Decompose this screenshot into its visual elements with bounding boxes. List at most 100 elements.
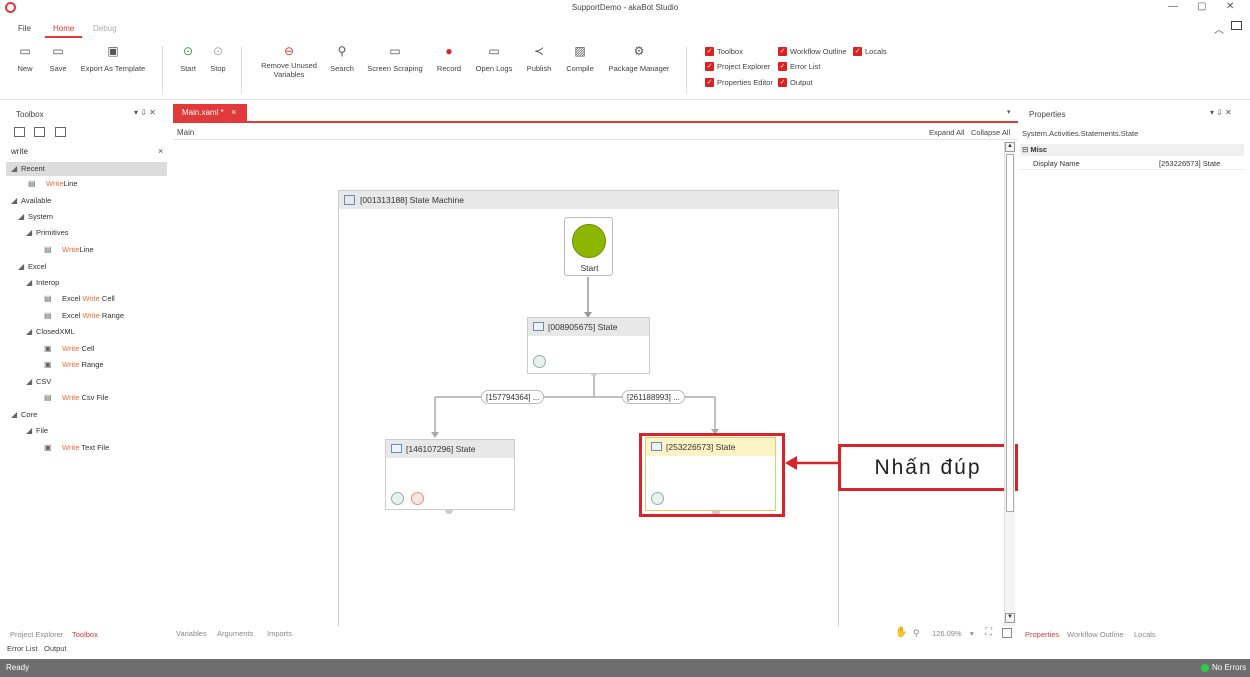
tab-error-list[interactable]: Error List xyxy=(7,644,37,653)
tree-item-excel-write-range[interactable]: ▤ Excel Write Range xyxy=(44,310,124,322)
save-button[interactable]: ▭ Save xyxy=(47,44,69,73)
expand-arrow-icon: ◢ xyxy=(26,327,33,336)
compile-button[interactable]: ▨ Compile xyxy=(564,44,596,73)
start-label: Start xyxy=(580,263,599,273)
scrollbar-thumb[interactable] xyxy=(1006,154,1014,512)
tree-file[interactable]: ◢ File xyxy=(26,425,48,437)
toggle-project-explorer[interactable]: ✓ Project Explorer xyxy=(705,62,770,72)
tree-item-recent-writeline[interactable]: ▤ WriteLine xyxy=(28,178,78,190)
property-value[interactable]: [253226573] State xyxy=(1159,159,1220,168)
toggle-properties-editor[interactable]: ✓ Properties Editor xyxy=(705,78,773,88)
filter-icon[interactable] xyxy=(55,127,66,137)
document-tab[interactable]: Main.xaml * × xyxy=(173,104,247,121)
tree-interop[interactable]: ◢ Interop xyxy=(26,277,59,289)
tab-arguments[interactable]: Arguments xyxy=(217,629,253,638)
zoom-dropdown-icon[interactable]: ▾ xyxy=(970,629,974,638)
tab-list-icon[interactable]: ▾ xyxy=(1007,108,1011,116)
collapse-all-icon[interactable] xyxy=(34,127,45,137)
minimize-icon[interactable]: — xyxy=(1168,1,1178,12)
publish-button[interactable]: ≺ Publish xyxy=(525,44,553,73)
overview-map-icon[interactable] xyxy=(1002,628,1012,638)
feedback-icon[interactable] xyxy=(1231,21,1242,30)
ribbon-separator xyxy=(241,46,242,94)
tree-item-excel-write-cell[interactable]: ▤ Excel Write Cell xyxy=(44,293,115,305)
toggle-workflow-outline[interactable]: ✓ Workflow Outline xyxy=(778,47,847,57)
clear-search-icon[interactable]: × xyxy=(158,146,163,156)
zoom-icon[interactable]: ⚲ xyxy=(913,628,920,639)
stop-button[interactable]: ⊙ Stop xyxy=(208,44,228,73)
state-node[interactable]: [146107296] State xyxy=(385,439,515,510)
tab-variables[interactable]: Variables xyxy=(176,629,207,638)
collapse-all-link[interactable]: Collapse All xyxy=(971,128,1010,137)
fit-to-screen-icon[interactable]: ⛶ xyxy=(985,627,992,638)
tab-locals[interactable]: Locals xyxy=(1134,630,1156,639)
tree-primitives[interactable]: ◢ Primitives xyxy=(26,227,69,239)
expand-all-icon[interactable] xyxy=(14,127,25,137)
search-button[interactable]: ⚲ Search xyxy=(330,44,354,73)
toggle-toolbox[interactable]: ✓ Toolbox xyxy=(705,47,743,57)
vertical-scrollbar[interactable]: ▲ ▼ xyxy=(1004,142,1015,626)
left-bottom-tabs: Project Explorer Toolbox Error List Outp… xyxy=(0,628,170,658)
panel-menu-icon[interactable]: ▾ ⇩ ✕ xyxy=(134,108,156,117)
annotation-callout: Nhấn đúp xyxy=(838,444,1018,491)
expand-all-link[interactable]: Expand All xyxy=(929,128,964,137)
tab-properties[interactable]: Properties xyxy=(1025,630,1059,639)
tree-item-write-csv-file[interactable]: ▤ Write Csv File xyxy=(44,392,109,404)
record-button[interactable]: ● Record xyxy=(436,44,462,73)
tab-file[interactable]: File xyxy=(10,20,39,38)
tab-debug[interactable]: Debug xyxy=(85,20,125,38)
state-node[interactable]: [008905675] State xyxy=(527,317,650,374)
start-button[interactable]: ⊙ Start xyxy=(178,44,198,73)
screen-scraping-icon: ▭ xyxy=(389,44,401,58)
expand-arrow-icon: ◢ xyxy=(11,196,18,205)
scroll-down-icon[interactable]: ▼ xyxy=(1005,613,1015,623)
tab-imports[interactable]: Imports xyxy=(267,629,292,638)
tree-excel[interactable]: ◢ Excel xyxy=(18,261,46,273)
tab-home[interactable]: Home xyxy=(45,20,83,38)
toolbox-title: Toolbox xyxy=(16,110,44,119)
start-circle-icon xyxy=(572,224,606,258)
package-manager-button[interactable]: ⚙ Package Manager xyxy=(607,44,671,73)
remove-unused-variables-button[interactable]: ⊖ Remove Unused Variables xyxy=(259,44,319,79)
toggle-output[interactable]: ✓ Output xyxy=(778,78,813,88)
tree-item-write-range[interactable]: ▣ Write Range xyxy=(44,359,104,371)
property-row-display-name[interactable]: Display Name [253226573] State xyxy=(1020,157,1244,170)
start-node[interactable]: Start xyxy=(564,217,613,276)
toggle-locals[interactable]: ✓ Locals xyxy=(853,47,887,57)
toggle-error-list[interactable]: ✓ Error List xyxy=(778,62,820,72)
package-icon: ⚙ xyxy=(633,44,645,58)
breadcrumb[interactable]: Main xyxy=(177,128,194,137)
tree-system[interactable]: ◢ System xyxy=(18,211,53,223)
activity-icon: ▤ xyxy=(44,294,52,303)
tree-closedxml[interactable]: ◢ ClosedXML xyxy=(26,326,75,338)
tab-output[interactable]: Output xyxy=(44,644,67,653)
maximize-icon[interactable]: ▢ xyxy=(1197,1,1206,12)
tab-project-explorer[interactable]: Project Explorer xyxy=(10,630,63,639)
tree-item-write-cell[interactable]: ▣ Write Cell xyxy=(44,343,94,355)
save-icon: ▭ xyxy=(52,44,64,58)
screen-scraping-button[interactable]: ▭ Screen Scraping xyxy=(367,44,423,73)
tab-toolbox[interactable]: Toolbox xyxy=(72,630,98,639)
tree-recent[interactable]: ◢ Recent xyxy=(11,163,45,175)
tree-item-write-text-file[interactable]: ▣ Write Text File xyxy=(44,442,109,454)
workflow-canvas[interactable]: [001313188] State Machine Start [0089056… xyxy=(173,140,1018,630)
close-icon[interactable]: ✕ xyxy=(1226,1,1234,12)
tab-workflow-outline[interactable]: Workflow Outline xyxy=(1067,630,1124,639)
open-logs-button[interactable]: ▭ Open Logs xyxy=(474,44,514,73)
tree-core[interactable]: ◢ Core xyxy=(11,409,37,421)
transition-label[interactable]: [261188993] ... xyxy=(622,390,685,404)
tree-csv[interactable]: ◢ CSV xyxy=(26,376,51,388)
tree-item-writeline[interactable]: ▤ WriteLine xyxy=(44,244,94,256)
toolbox-search-input[interactable]: write xyxy=(8,146,166,158)
properties-category[interactable]: ⊟ Misc xyxy=(1020,144,1244,156)
transition-label[interactable]: [157794364] ... xyxy=(481,390,545,404)
tree-available[interactable]: ◢ Available xyxy=(11,195,51,207)
hand-tool-icon[interactable]: ✋ xyxy=(895,627,907,638)
export-template-button[interactable]: ▣ Export As Template xyxy=(79,44,147,73)
scroll-up-icon[interactable]: ▲ xyxy=(1005,142,1015,152)
new-button[interactable]: ▭ New xyxy=(14,44,36,73)
collapse-ribbon-icon[interactable]: ︿ xyxy=(1214,21,1224,36)
zoom-level[interactable]: 126.09% xyxy=(932,629,962,638)
panel-menu-icon[interactable]: ▾ ⇩ ✕ xyxy=(1210,108,1232,117)
close-tab-icon[interactable]: × xyxy=(231,107,236,117)
